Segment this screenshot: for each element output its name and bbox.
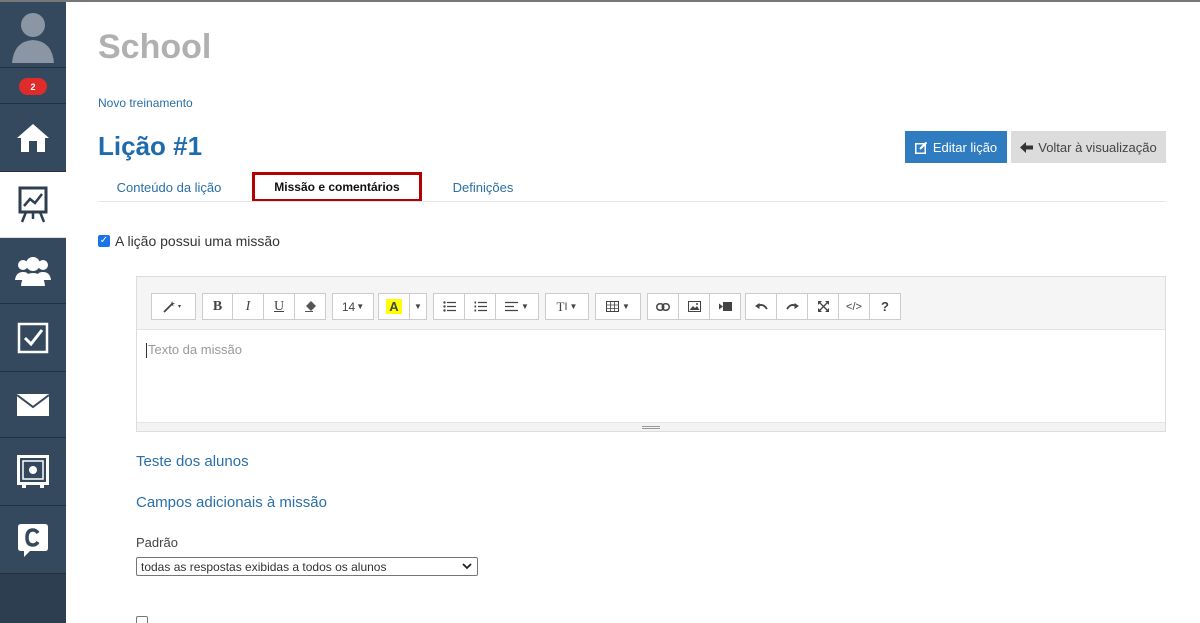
caret-down-icon: ▼ — [414, 302, 422, 311]
tabs-divider — [98, 201, 1166, 202]
highlight-color-button[interactable]: A — [378, 293, 410, 320]
text-style-icon: T — [556, 298, 565, 314]
back-to-view-label: Voltar à visualização — [1038, 139, 1157, 155]
font-size-value: 14 — [341, 299, 356, 314]
bottom-option-checkbox[interactable] — [136, 616, 148, 623]
sidebar: 2 — [0, 2, 66, 623]
tab-mission-comments[interactable]: Missão e comentários — [252, 172, 422, 202]
page-title: Lição #1 — [98, 131, 203, 161]
italic-icon: I — [245, 298, 251, 314]
home-icon — [17, 123, 49, 152]
sidebar-item-messages[interactable] — [0, 372, 66, 438]
sidebar-item-tasks[interactable] — [0, 304, 66, 372]
answers-visibility-select[interactable]: todas as respostas exibidas a todos os a… — [136, 557, 478, 576]
sidebar-item-c-app[interactable] — [0, 506, 66, 574]
caret-down-icon: ▼ — [356, 302, 365, 311]
editor-resize-handle[interactable] — [137, 422, 1165, 431]
table-icon — [606, 301, 620, 312]
editor-toolbar: B I U 14 ▼ A ▼ ▼ T I ▼ ▼ </> ? — [137, 277, 1165, 330]
caret-down-icon: ▼ — [569, 302, 578, 311]
unordered-list-button[interactable] — [433, 293, 465, 320]
underline-icon: U — [273, 298, 285, 314]
answers-visibility-value: todas as respostas exibidas a todos os a… — [141, 559, 387, 574]
fullscreen-icon — [817, 301, 829, 312]
sidebar-item-home[interactable] — [0, 104, 66, 172]
video-icon — [718, 302, 732, 311]
user-icon — [12, 12, 54, 63]
link-icon — [656, 302, 670, 311]
sidebar-notifications[interactable]: 2 — [0, 68, 66, 104]
image-button[interactable] — [678, 293, 710, 320]
bottom-option-row[interactable] — [136, 616, 148, 623]
chevron-down-icon — [462, 563, 472, 570]
italic-button[interactable]: I — [232, 293, 264, 320]
bold-icon: B — [212, 298, 223, 314]
help-button[interactable]: ? — [869, 293, 901, 320]
safe-icon — [17, 454, 49, 488]
link-button[interactable] — [647, 293, 679, 320]
code-view-icon: </> — [846, 300, 862, 313]
edit-lesson-label: Editar lição — [932, 139, 998, 155]
notification-badge: 2 — [19, 78, 47, 95]
align-icon — [505, 301, 519, 312]
mail-icon — [17, 393, 49, 416]
underline-button[interactable]: U — [263, 293, 295, 320]
highlight-color-dropdown[interactable]: ▼ — [409, 293, 427, 320]
mission-editor: B I U 14 ▼ A ▼ ▼ T I ▼ ▼ </> ? Texto da … — [136, 276, 1166, 432]
undo-button[interactable] — [745, 293, 777, 320]
edit-lesson-button[interactable]: Editar lição — [905, 131, 1007, 163]
arrow-left-icon — [1020, 141, 1034, 153]
unordered-list-icon — [442, 301, 456, 312]
edit-icon — [914, 141, 928, 154]
video-button[interactable] — [709, 293, 741, 320]
text-caret — [146, 343, 147, 359]
users-icon — [15, 256, 51, 286]
sidebar-item-safe[interactable] — [0, 438, 66, 506]
tab-lesson-content[interactable]: Conteúdo da lição — [98, 172, 240, 202]
eraser-icon — [304, 301, 316, 312]
has-mission-label: A lição possui uma missão — [115, 233, 280, 249]
sidebar-item-avatar[interactable] — [0, 2, 66, 68]
image-icon — [687, 301, 701, 312]
mission-text-area[interactable]: Texto da missão — [137, 330, 1165, 422]
chart-board-icon — [18, 186, 48, 222]
top-border — [0, 0, 1200, 2]
bold-button[interactable]: B — [202, 293, 233, 320]
back-to-view-button[interactable]: Voltar à visualização — [1011, 131, 1166, 163]
default-field-label: Padrão — [136, 535, 178, 550]
mission-text-placeholder: Texto da missão — [148, 342, 242, 357]
checkbox-icon — [17, 322, 49, 353]
code-view-button[interactable]: </> — [838, 293, 870, 320]
has-mission-checkbox-row[interactable]: ✓ A lição possui uma missão — [98, 233, 280, 249]
c-logo-icon — [18, 523, 48, 557]
additional-fields-link[interactable]: Campos adicionais à missão — [136, 494, 327, 511]
cursor-glyph-icon: I — [564, 300, 568, 313]
paragraph-align-button[interactable]: ▼ — [495, 293, 539, 320]
text-style-button[interactable]: T I ▼ — [545, 293, 589, 320]
has-mission-checkbox[interactable]: ✓ — [98, 235, 110, 247]
font-size-select[interactable]: 14 ▼ — [332, 293, 374, 320]
eraser-button[interactable] — [294, 293, 326, 320]
sidebar-item-statistics[interactable] — [0, 172, 66, 238]
sidebar-item-team[interactable] — [0, 238, 66, 304]
app-title: School — [98, 28, 212, 66]
redo-button[interactable] — [776, 293, 808, 320]
highlight-icon: A — [386, 299, 402, 314]
table-button[interactable]: ▼ — [595, 293, 641, 320]
magic-wand-icon — [162, 300, 181, 313]
student-test-link[interactable]: Teste dos alunos — [136, 453, 249, 470]
tab-settings[interactable]: Definições — [440, 172, 526, 202]
magic-wand-button[interactable] — [151, 293, 196, 320]
caret-down-icon: ▼ — [622, 302, 630, 311]
breadcrumb-link[interactable]: Novo treinamento — [98, 96, 193, 110]
undo-icon — [754, 303, 768, 310]
fullscreen-button[interactable] — [807, 293, 839, 320]
help-icon: ? — [881, 299, 889, 314]
ordered-list-icon — [474, 301, 487, 312]
ordered-list-button[interactable] — [464, 293, 496, 320]
redo-icon — [785, 303, 799, 310]
resize-grip-icon — [642, 425, 660, 429]
caret-down-icon: ▼ — [521, 302, 529, 311]
